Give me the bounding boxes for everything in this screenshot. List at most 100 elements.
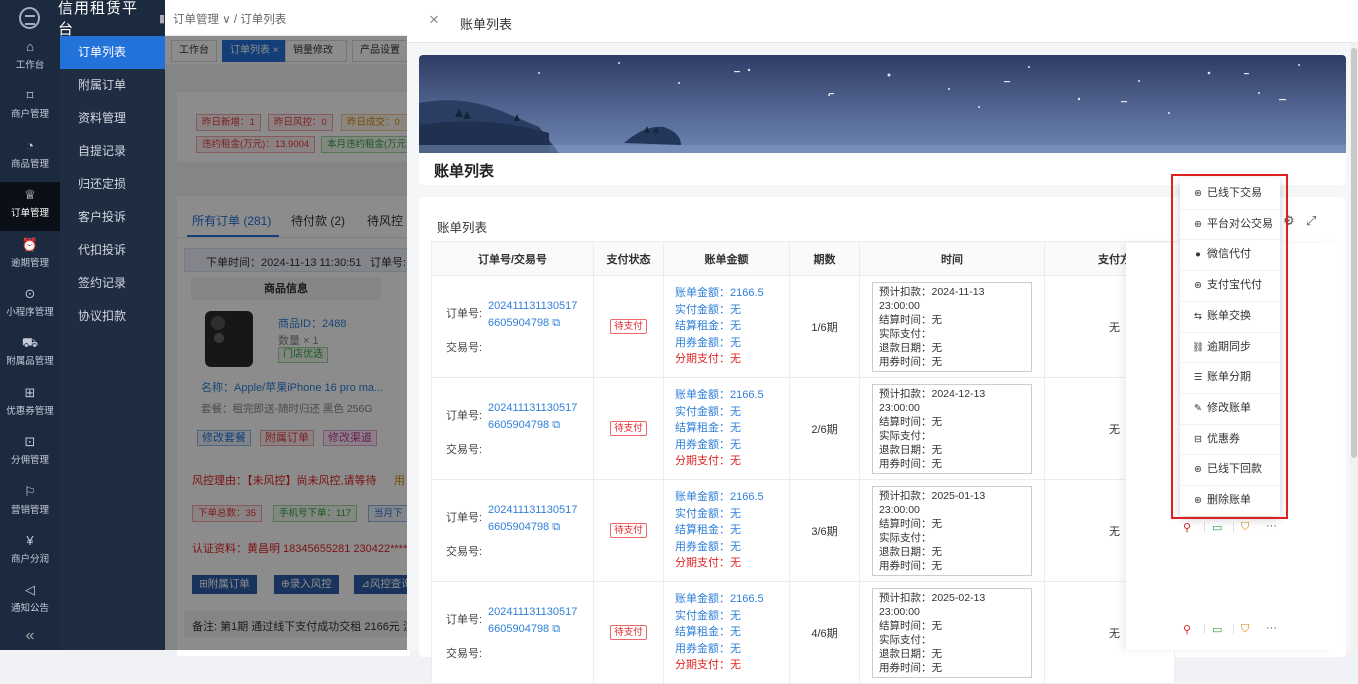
refund-date: 退款日期：无 [879, 443, 942, 456]
nav-item-0[interactable]: ⌂ 工作台 [0, 34, 60, 83]
secondary-sidebar: 订单列表 附属订单 资料管理 自提记录 归还定损 客户投诉 代扣投诉 签约记录 协议扣款 [60, 36, 165, 650]
secondary-nav-item-1[interactable]: 附属订单 [60, 69, 165, 102]
time-box: 预计扣款：2024-12-13 23:00:00 结算时间：无 实际支付： 退款日期：… [872, 383, 1032, 474]
copy-icon[interactable]: ⧉ [552, 623, 560, 635]
col-bill-amount: 账单金额 [663, 241, 790, 276]
close-icon[interactable]: × [429, 11, 439, 29]
pay-status-badge: 待支付 [610, 319, 647, 334]
secondary-nav-item-2[interactable]: 资料管理 [60, 102, 165, 135]
coupon-amount: 用券金额：无 [675, 438, 741, 451]
order-no-link-2[interactable]: 6605904798 [488, 419, 549, 431]
paid-amount: 实付金额：无 [675, 507, 741, 520]
row3-shield-icon[interactable]: ⛉ [1241, 521, 1249, 534]
coupon-time: 用券时间：无 [879, 355, 942, 368]
actual-pay: 实际支付： [879, 531, 932, 544]
bill-amount: 账单金额：2166.5 [675, 491, 764, 504]
nav-item-2[interactable]: ◔ 商品管理 [0, 133, 60, 182]
period: 3/6期 [789, 479, 860, 582]
nav-item-6[interactable]: ⛟ 附属品管理 [0, 330, 60, 379]
secondary-nav-item-3[interactable]: 自提记录 [60, 135, 165, 168]
nav-item-8[interactable]: ⊡ 分佣管理 [0, 429, 60, 478]
secondary-nav-item-6[interactable]: 代扣投诉 [60, 234, 165, 267]
secondary-nav-item-7[interactable]: 签约记录 [60, 267, 165, 300]
order-no-link[interactable]: 202411131130517 [488, 606, 577, 618]
order-no-label: 订单号: [446, 308, 483, 320]
nav-item-4[interactable]: ⏰ 逾期管理 [0, 232, 60, 281]
row4-more-icon[interactable]: ··· [1266, 622, 1277, 634]
top-bar: 订单管理 ∨ / 订单列表 [165, 0, 410, 36]
nav-item-7[interactable]: ⊞ 优惠券管理 [0, 380, 60, 429]
order-no-link-2[interactable]: 6605904798 [488, 317, 549, 329]
nav-item-11[interactable]: ◁ 通知公告 [0, 577, 60, 626]
nav-item-label: 工作台 [15, 60, 45, 71]
cart-icon: ⛟ [21, 335, 39, 351]
table-row: 订单号: 202411131130517 6605904798 ⧉ 交易号: 待支付 账单… [431, 479, 1175, 582]
collapse-sidebar-icon[interactable]: « [0, 622, 60, 650]
order-no-label: 订单号: [446, 512, 483, 524]
settle-time: 结算时间：无 [879, 517, 942, 530]
alarm-icon: ⏰ [21, 236, 39, 252]
copy-icon[interactable]: ⧉ [552, 419, 560, 431]
row3-more-icon[interactable]: ··· [1266, 520, 1277, 532]
refund-date: 退款日期：无 [879, 545, 942, 558]
installment-pay: 分期支付：无 [675, 659, 741, 672]
breadcrumb-parent[interactable]: 订单管理 [173, 14, 219, 26]
secondary-nav-item-8[interactable]: 协议扣款 [60, 300, 165, 333]
logo-bar: 信用租赁平台 ▮ [0, 0, 165, 38]
nav-item-10[interactable]: ¥ 商户分润 [0, 528, 60, 577]
secondary-nav-item-5[interactable]: 客户投诉 [60, 201, 165, 234]
yen-icon: ¥ [26, 533, 34, 548]
order-no-label: 订单号: [446, 410, 483, 422]
col-order-no: 订单号/交易号 [431, 241, 594, 276]
actual-pay: 实际支付： [879, 327, 932, 340]
nav-item-3[interactable]: ♕ 订单管理 [0, 182, 60, 232]
order-no-link[interactable]: 202411131130517 [488, 402, 577, 414]
trade-no-label: 交易号: [446, 444, 483, 456]
pay-status-badge: 待支付 [610, 421, 647, 436]
commission-icon: ⊡ [24, 434, 36, 450]
refund-date: 退款日期：无 [879, 647, 942, 660]
bill-amount: 账单金额：2166.5 [675, 287, 764, 300]
order-no-link-2[interactable]: 6605904798 [488, 623, 549, 635]
paid-amount: 实付金额：无 [675, 405, 741, 418]
secondary-nav-item-0[interactable]: 订单列表 [60, 36, 165, 69]
pay-status-badge: 待支付 [610, 523, 647, 538]
row4-card-icon[interactable]: ▭ [1212, 623, 1222, 636]
drawer-overlay-mask[interactable] [165, 36, 410, 650]
paid-amount: 实付金额：无 [675, 609, 741, 622]
breadcrumb-current: 订单列表 [240, 14, 287, 26]
bill-table: 订单号/交易号 支付状态 账单金额 期数 时间 支付方 订单号: 20241113… [431, 241, 1175, 684]
home-icon: ⌂ [26, 39, 34, 54]
nav-item-9[interactable]: ⚐ 营销管理 [0, 479, 60, 528]
copy-icon[interactable]: ⧉ [552, 521, 560, 533]
row3-bike-icon[interactable]: ⚲ [1183, 521, 1191, 534]
goods-icon: ◔ [26, 137, 34, 153]
row3-card-icon[interactable]: ▭ [1212, 521, 1222, 534]
row4-bike-icon[interactable]: ⚲ [1183, 623, 1191, 636]
drawer-scrollbar[interactable] [1350, 43, 1358, 650]
col-pay-status: 支付状态 [593, 241, 664, 276]
fullscreen-icon[interactable]: ⤢ [1306, 213, 1316, 229]
nav-item-label: 分佣管理 [10, 455, 49, 467]
brand-name: 信用租赁平台 [58, 0, 139, 38]
trophy-icon: ♕ [24, 187, 36, 203]
nav-item-1[interactable]: ⌑ 商户管理 [0, 83, 60, 132]
actual-pay: 实际支付： [879, 633, 932, 646]
nav-item-label: 小程序管理 [6, 307, 54, 318]
order-no-link[interactable]: 202411131130517 [488, 504, 577, 516]
order-no-link-2[interactable]: 6605904798 [488, 521, 549, 533]
nav-item-5[interactable]: ⊙ 小程序管理 [0, 281, 60, 330]
trade-no-label: 交易号: [446, 342, 483, 354]
table-row: 订单号: 202411131130517 6605904798 ⧉ 交易号: 待支付 账单… [431, 275, 1175, 378]
installment-pay: 分期支付：无 [675, 557, 741, 570]
drawer-title: 账单列表 [460, 17, 513, 32]
settle-rent: 结算租金：无 [675, 626, 741, 639]
row4-shield-icon[interactable]: ⛉ [1241, 623, 1249, 636]
copy-icon[interactable]: ⧉ [552, 317, 560, 329]
expected-deduct: 预计扣款：2025-02-13 23:00:00 [879, 591, 986, 618]
settle-rent: 结算租金：无 [675, 320, 741, 333]
secondary-nav-item-4[interactable]: 归还定损 [60, 168, 165, 201]
notice-icon: ◁ [25, 582, 35, 598]
order-no-link[interactable]: 202411131130517 [488, 300, 577, 312]
settle-time: 结算时间：无 [879, 313, 942, 326]
